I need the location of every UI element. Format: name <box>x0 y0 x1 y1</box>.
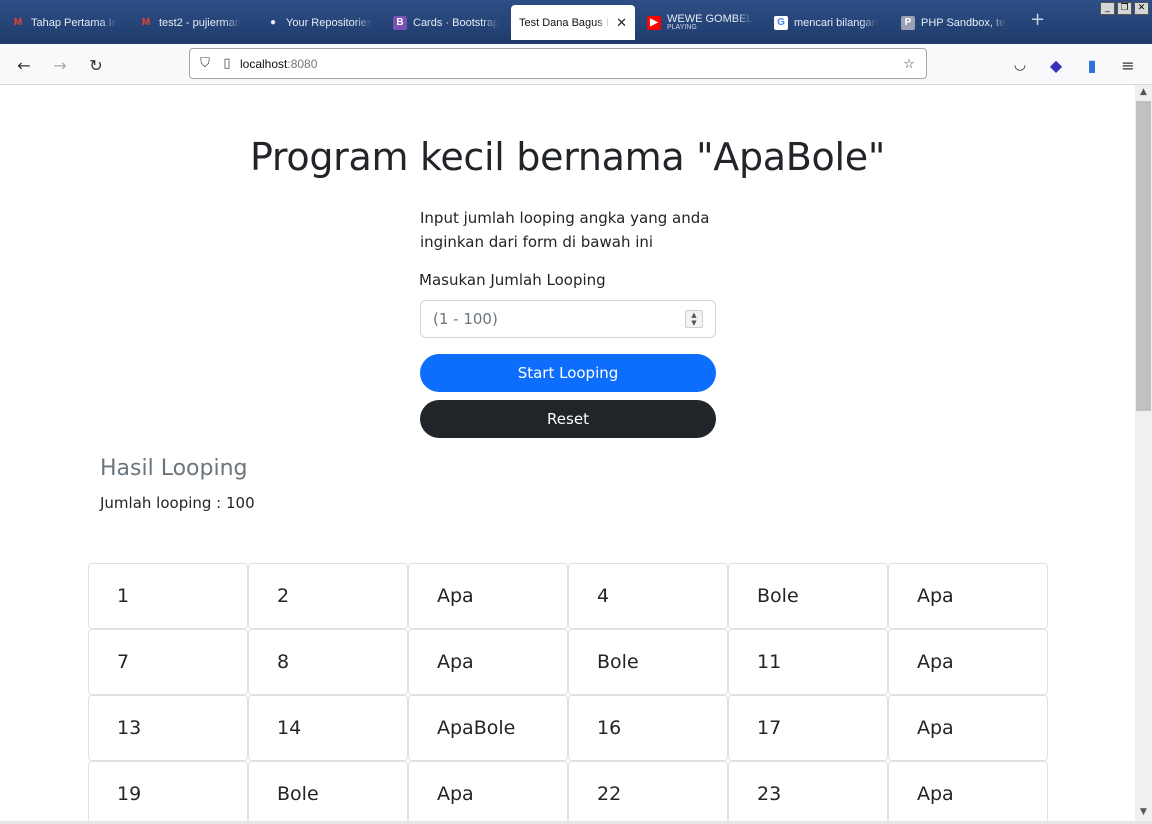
result-cell: Apa <box>888 761 1048 821</box>
looping-input-placeholder: (1 - 100) <box>433 310 498 328</box>
shield-icon[interactable]: ⛉ <box>194 53 216 75</box>
tab-title: WEWE GOMBEL B PLAYING <box>667 14 753 32</box>
gmail-icon: M <box>141 17 151 28</box>
tab-playing-label: PLAYING <box>667 23 697 31</box>
browser-tab[interactable]: P PHP Sandbox, tes <box>893 5 1015 40</box>
browser-tab[interactable]: Test Dana Bagus In ✕ <box>511 5 635 40</box>
result-cell: 11 <box>728 629 888 695</box>
result-cell: Apa <box>408 761 568 821</box>
result-count: Jumlah looping : 100 <box>100 494 255 512</box>
result-cell: 19 <box>88 761 248 821</box>
menu-icon[interactable]: ≡ <box>1115 52 1141 78</box>
forward-icon[interactable]: → <box>47 52 73 78</box>
scrollbar-thumb[interactable] <box>1136 101 1151 411</box>
page-title: Program kecil bernama "ApaBole" <box>249 135 886 179</box>
result-cell: Apa <box>408 563 568 629</box>
youtube-icon: ▶ <box>647 15 661 30</box>
result-cell: 17 <box>728 695 888 761</box>
result-cell: 1 <box>88 563 248 629</box>
result-cell: Apa <box>888 563 1048 629</box>
browser-tab[interactable]: ● Your Repositories <box>258 5 380 40</box>
page-viewport: Program kecil bernama "ApaBole" Input ju… <box>0 85 1135 821</box>
result-cell: 8 <box>248 629 408 695</box>
result-cell: Bole <box>728 563 888 629</box>
looping-count-input[interactable]: (1 - 100) ▲ ▼ <box>420 300 716 338</box>
extension-icon[interactable]: ◆ <box>1043 52 1069 78</box>
result-cell: 7 <box>88 629 248 695</box>
minimize-button[interactable]: _ <box>1100 2 1115 15</box>
number-spinner[interactable]: ▲ ▼ <box>685 310 703 328</box>
address-bar[interactable]: ⛉ ▯ localhost:8080 ☆ <box>189 48 927 79</box>
reset-button[interactable]: Reset <box>420 400 716 438</box>
browser-tab[interactable]: ▶ WEWE GOMBEL B PLAYING <box>639 5 761 40</box>
result-cell: Bole <box>248 761 408 821</box>
scroll-up-icon[interactable]: ▲ <box>1135 85 1152 99</box>
result-cell: Apa <box>888 629 1048 695</box>
result-cell: Apa <box>408 629 568 695</box>
page-icon[interactable]: ▯ <box>216 53 238 75</box>
github-icon: ● <box>269 17 277 28</box>
reload-icon[interactable]: ↻ <box>83 52 109 78</box>
tab-title: test2 - pujierman <box>159 16 241 29</box>
result-grid: 1 2 Apa 4 Bole Apa 7 8 Apa Bole 11 Apa 13 14 ApaBole 16… <box>88 563 1048 821</box>
result-heading: Hasil Looping <box>100 456 248 481</box>
google-icon: G <box>774 15 788 30</box>
gmail-icon: M <box>13 17 23 28</box>
result-cell: 16 <box>568 695 728 761</box>
page-description: Input jumlah looping angka yang anda ing… <box>420 209 710 251</box>
result-cell: 23 <box>728 761 888 821</box>
url-text[interactable]: localhost:8080 <box>240 57 317 71</box>
browser-tab[interactable]: M Tahap Pertama In <box>3 5 125 40</box>
tab-title: mencari bilangan <box>794 16 878 29</box>
tab-title: Test Dana Bagus In <box>519 16 611 29</box>
result-cell: Apa <box>888 695 1048 761</box>
looping-input-label: Masukan Jumlah Looping <box>419 271 606 289</box>
restore-button[interactable]: ❐ <box>1117 2 1132 15</box>
result-cell: ApaBole <box>408 695 568 761</box>
result-cell: 14 <box>248 695 408 761</box>
bookmark-star-icon[interactable]: ☆ <box>898 53 920 75</box>
result-cell: 2 <box>248 563 408 629</box>
start-looping-button[interactable]: Start Looping <box>420 354 716 392</box>
reader-view-icon[interactable]: ▮ <box>1079 52 1105 78</box>
scroll-down-icon[interactable]: ▼ <box>1135 805 1152 819</box>
pocket-icon[interactable]: ◡ <box>1007 52 1033 78</box>
tab-strip: M Tahap Pertama In Mtest2 - pujierman ● Your… <box>0 0 1152 44</box>
tab-title: Cards · Bootstrap <box>413 16 499 29</box>
browser-tab[interactable]: B Cards · Bootstrap <box>385 5 507 40</box>
result-cell: 13 <box>88 695 248 761</box>
result-cell: 4 <box>568 563 728 629</box>
php-icon: P <box>901 15 915 30</box>
browser-tab[interactable]: Mtest2 - pujierman <box>131 5 253 40</box>
tab-title: Tahap Pertama In <box>31 16 117 29</box>
vertical-scrollbar[interactable]: ▲ ▼ <box>1135 85 1152 821</box>
bootstrap-icon: B <box>393 15 407 30</box>
tab-title: Your Repositories <box>286 16 372 29</box>
result-cell: Bole <box>568 629 728 695</box>
new-tab-button[interactable]: + <box>1030 9 1045 30</box>
tab-title-text: WEWE GOMBEL B <box>667 13 753 25</box>
navigation-bar: ← → ↻ ⛉ ▯ localhost:8080 ☆ ◡ ◆ ▮ ≡ <box>0 44 1152 85</box>
browser-tab[interactable]: Gmencari bilangan <box>766 5 888 40</box>
back-icon[interactable]: ← <box>11 52 37 78</box>
result-cell: 22 <box>568 761 728 821</box>
tab-title: PHP Sandbox, tes <box>921 16 1007 29</box>
close-tab-icon[interactable]: ✕ <box>616 15 627 31</box>
close-window-button[interactable]: ✕ <box>1134 2 1149 15</box>
